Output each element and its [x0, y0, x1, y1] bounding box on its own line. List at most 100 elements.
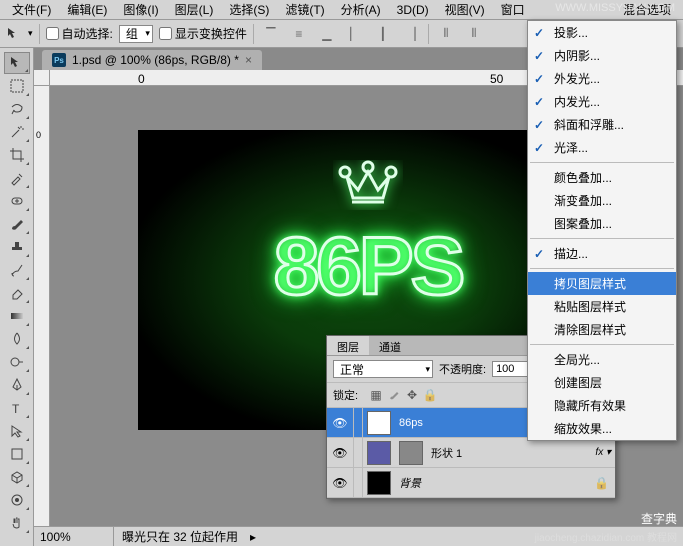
auto-select-input[interactable] — [46, 27, 59, 40]
menu-view[interactable]: 视图(V) — [437, 0, 493, 20]
dropdown-caret-icon[interactable]: ▾ — [28, 28, 33, 39]
layer-thumb[interactable] — [367, 441, 391, 465]
menu-item-label: 全局光... — [554, 351, 600, 368]
layer-name[interactable]: 背景 — [395, 475, 594, 491]
menu-item-label: 描边... — [554, 245, 588, 262]
close-icon[interactable]: × — [245, 53, 252, 67]
gradient-tool[interactable] — [4, 305, 30, 327]
menu-item[interactable]: ✓外发光... — [528, 67, 676, 90]
show-transform-checkbox[interactable]: 显示变换控件 — [159, 25, 247, 42]
lock-all-icon[interactable]: 🔒 — [422, 387, 438, 403]
align-top-icon[interactable]: ▔ — [260, 23, 282, 45]
dodge-tool[interactable] — [4, 351, 30, 373]
menu-file[interactable]: 文件(F) — [4, 0, 59, 20]
document-tab[interactable]: Ps 1.psd @ 100% (86ps, RGB/8) * × — [42, 50, 262, 70]
align-vcenter-icon[interactable]: ≡ — [288, 23, 310, 45]
menu-item[interactable]: ✓斜面和浮雕... — [528, 113, 676, 136]
menu-item-label: 创建图层 — [554, 374, 602, 391]
watermark-small: jiaocheng.chazidian.com 教程网 — [535, 529, 677, 544]
check-icon: ✓ — [534, 49, 544, 63]
brush-tool[interactable] — [4, 213, 30, 235]
marquee-tool[interactable] — [4, 75, 30, 97]
menu-item[interactable]: ✓光泽... — [528, 136, 676, 159]
check-icon: ✓ — [534, 247, 544, 261]
eyedropper-tool[interactable] — [4, 167, 30, 189]
move-tool[interactable] — [4, 52, 30, 74]
menu-item-label: 拷贝图层样式 — [554, 275, 626, 292]
ruler-vertical[interactable]: 0 — [34, 86, 50, 526]
menu-item[interactable]: 颜色叠加... — [528, 166, 676, 189]
stamp-tool[interactable] — [4, 236, 30, 258]
menu-item[interactable]: ✓ 内阴影... — [528, 44, 676, 67]
wand-tool[interactable] — [4, 121, 30, 143]
menu-item[interactable]: ✓投影... — [528, 21, 676, 44]
lock-pixels-icon[interactable] — [386, 387, 402, 403]
layer-thumb[interactable] — [367, 471, 391, 495]
menu-item-label: 内阴影... — [554, 47, 600, 64]
3d-tool[interactable] — [4, 466, 30, 488]
menu-layer[interactable]: 图层(L) — [167, 0, 222, 20]
3d-camera-tool[interactable] — [4, 489, 30, 511]
eraser-tool[interactable] — [4, 282, 30, 304]
lock-transparency-icon[interactable]: ▦ — [368, 387, 384, 403]
layer-name[interactable]: 形状 1 — [427, 445, 595, 461]
menu-window[interactable]: 窗口 — [493, 0, 533, 20]
menu-item-label: 斜面和浮雕... — [554, 116, 624, 133]
visibility-icon[interactable]: 👁 — [327, 446, 353, 460]
menu-3d[interactable]: 3D(D) — [389, 1, 437, 19]
pen-tool[interactable] — [4, 374, 30, 396]
menu-item[interactable]: 粘贴图层样式 — [528, 295, 676, 318]
menu-image[interactable]: 图像(I) — [115, 0, 166, 20]
menu-item[interactable]: 全局光... — [528, 348, 676, 371]
tab-channels[interactable]: 通道 — [369, 336, 411, 355]
layer-thumb[interactable]: T — [367, 411, 391, 435]
menu-item[interactable]: 隐藏所有效果 — [528, 394, 676, 417]
layer-item-bg[interactable]: 👁 背景 🔒 — [327, 468, 615, 498]
watermark: 查字典 jiaocheng.chazidian.com 教程网 — [535, 510, 677, 544]
path-tool[interactable] — [4, 420, 30, 442]
menu-edit[interactable]: 编辑(E) — [59, 0, 115, 20]
menu-item-label: 隐藏所有效果 — [554, 397, 626, 414]
tab-layers[interactable]: 图层 — [327, 336, 369, 355]
lasso-tool[interactable] — [4, 98, 30, 120]
align-left-icon[interactable]: ▏ — [344, 23, 366, 45]
menu-item[interactable]: 拷贝图层样式 — [528, 272, 676, 295]
watermark-big: 查字典 — [641, 510, 677, 527]
status-caret-icon[interactable]: ▸ — [250, 530, 256, 544]
menu-item[interactable]: 清除图层样式 — [528, 318, 676, 341]
lock-position-icon[interactable]: ✥ — [404, 387, 420, 403]
show-transform-input[interactable] — [159, 27, 172, 40]
heal-tool[interactable] — [4, 190, 30, 212]
menu-item[interactable]: 渐变叠加... — [528, 189, 676, 212]
menu-item[interactable]: 图案叠加... — [528, 212, 676, 235]
hand-tool[interactable] — [4, 512, 30, 534]
fx-badge[interactable]: fx ▾ — [595, 447, 615, 458]
zoom-field[interactable]: 100% — [34, 527, 114, 546]
history-brush-tool[interactable] — [4, 259, 30, 281]
show-transform-label: 显示变换控件 — [175, 25, 247, 42]
blur-tool[interactable] — [4, 328, 30, 350]
auto-select-checkbox[interactable]: 自动选择: — [46, 25, 113, 42]
align-bottom-icon[interactable]: ▁ — [316, 23, 338, 45]
layer-mask-thumb[interactable] — [399, 441, 423, 465]
menu-item[interactable]: ✓ 描边... — [528, 242, 676, 265]
distribute-icon-1[interactable]: ⫴ — [435, 23, 457, 45]
menu-analysis[interactable]: 分析(A) — [333, 0, 389, 20]
menu-select[interactable]: 选择(S) — [221, 0, 277, 20]
visibility-icon[interactable]: 👁 — [327, 476, 353, 490]
align-hcenter-icon[interactable]: ┃ — [372, 23, 394, 45]
crop-tool[interactable] — [4, 144, 30, 166]
blend-mode-select[interactable]: 正常 — [333, 360, 433, 378]
menu-item[interactable]: ✓内发光... — [528, 90, 676, 113]
distribute-icon-2[interactable]: ⫴ — [463, 23, 485, 45]
layer-item-shape[interactable]: 👁 形状 1 fx ▾ — [327, 438, 615, 468]
shape-tool[interactable] — [4, 443, 30, 465]
auto-select-type-select[interactable]: 组 — [119, 25, 153, 43]
menu-item[interactable]: 创建图层 — [528, 371, 676, 394]
type-tool[interactable]: T — [4, 397, 30, 419]
menu-item[interactable]: 缩放效果... — [528, 417, 676, 440]
menu-item-label: 缩放效果... — [554, 420, 612, 437]
align-right-icon[interactable]: ▕ — [400, 23, 422, 45]
visibility-icon[interactable]: 👁 — [327, 416, 353, 430]
menu-filter[interactable]: 滤镜(T) — [277, 0, 332, 20]
